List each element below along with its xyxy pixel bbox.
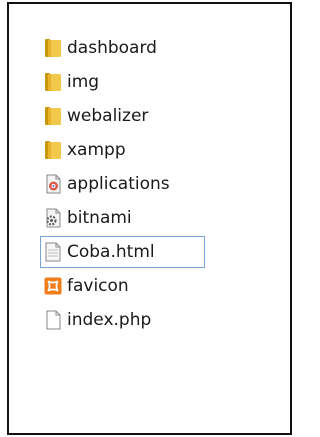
file-name: applications xyxy=(67,173,170,194)
file-list: dashboard img webalizer xampp applicatio… xyxy=(40,31,288,337)
file-name: index.php xyxy=(67,309,152,330)
list-item-webalizer[interactable]: webalizer xyxy=(43,99,288,133)
file-name: webalizer xyxy=(67,105,149,126)
list-item-coba-html[interactable]: Coba.html xyxy=(40,235,288,269)
list-item-favicon[interactable]: favicon xyxy=(43,269,288,303)
xampp-logo-icon xyxy=(43,275,63,297)
list-item-bitnami[interactable]: bitnami xyxy=(43,201,288,235)
folder-icon xyxy=(43,37,63,59)
file-name: favicon xyxy=(67,275,129,296)
text-document-icon xyxy=(43,241,63,263)
list-item-index-php[interactable]: index.php xyxy=(43,303,288,337)
blank-document-icon xyxy=(43,309,63,331)
folder-icon xyxy=(43,139,63,161)
file-explorer-pane: dashboard img webalizer xampp applicatio… xyxy=(7,2,292,435)
folder-icon xyxy=(43,105,63,127)
html-document-icon xyxy=(43,173,63,195)
file-name: xampp xyxy=(67,139,126,160)
list-item-applications[interactable]: applications xyxy=(43,167,288,201)
settings-document-icon xyxy=(43,207,63,229)
file-name: bitnami xyxy=(67,207,132,228)
list-item-xampp[interactable]: xampp xyxy=(43,133,288,167)
file-name: Coba.html xyxy=(67,241,155,262)
list-item-img[interactable]: img xyxy=(43,65,288,99)
list-item-dashboard[interactable]: dashboard xyxy=(43,31,288,65)
file-name: dashboard xyxy=(67,37,157,58)
folder-icon xyxy=(43,71,63,93)
file-name: img xyxy=(67,71,100,92)
